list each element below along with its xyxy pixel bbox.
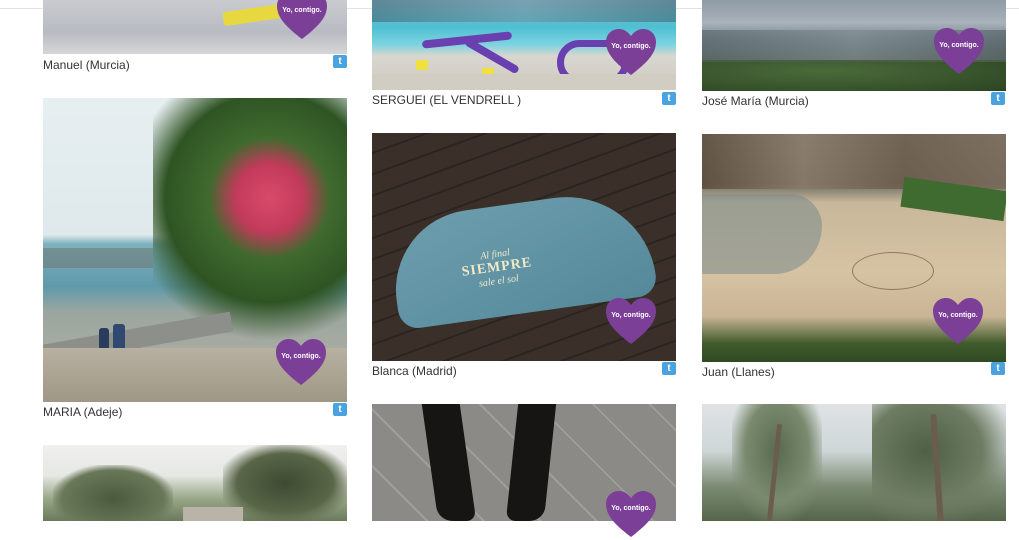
twitter-icon[interactable]: t: [662, 362, 676, 375]
yo-contigo-heart-badge: Yo, contigo.: [932, 27, 986, 77]
caption-manuel: Manuel (Murcia): [43, 58, 130, 72]
photo-detail: [153, 98, 347, 348]
yo-contigo-heart-badge: Yo, contigo.: [604, 28, 658, 78]
caption-jose-maria: José María (Murcia): [702, 94, 809, 108]
badge-text: Yo, contigo.: [611, 312, 651, 319]
twitter-icon[interactable]: t: [991, 362, 1005, 375]
badge-text: Yo, contigo.: [938, 312, 978, 319]
caption-blanca: Blanca (Madrid): [372, 364, 457, 378]
yo-contigo-heart-badge: Yo, contigo.: [604, 490, 658, 540]
photo-detail: [113, 324, 125, 350]
photo-detail: [421, 404, 477, 521]
yo-contigo-heart-badge: Yo, contigo.: [274, 338, 328, 388]
badge-text: Yo, contigo.: [939, 42, 979, 49]
photo-detail: [53, 465, 173, 521]
caption-serguei: SERGUEI (EL VENDRELL ): [372, 93, 522, 107]
twitter-icon[interactable]: t: [333, 403, 347, 416]
badge-text: Yo, contigo.: [282, 7, 322, 14]
twitter-icon[interactable]: t: [333, 55, 347, 68]
photo-detail: [183, 507, 243, 521]
badge-text: Yo, contigo.: [611, 505, 651, 512]
yo-contigo-heart-badge: Yo, contigo.: [275, 0, 329, 42]
badge-text: Yo, contigo.: [281, 353, 321, 360]
photo-detail: [372, 0, 676, 22]
photo-detail: [99, 328, 109, 350]
photo-detail: [852, 252, 934, 290]
caption-maria: MARIA (Adeje): [43, 405, 123, 419]
twitter-icon[interactable]: t: [662, 92, 676, 105]
photo-detail: [702, 134, 1006, 189]
photo-detail: [505, 404, 557, 521]
yo-contigo-heart-badge: Yo, contigo.: [604, 297, 658, 347]
photo-trees[interactable]: [702, 404, 1006, 521]
caption-juan: Juan (Llanes): [702, 365, 775, 379]
badge-text: Yo, contigo.: [611, 43, 651, 50]
yo-contigo-heart-badge: Yo, contigo.: [931, 297, 985, 347]
photo-olive[interactable]: [43, 445, 347, 521]
twitter-icon[interactable]: t: [991, 92, 1005, 105]
photo-detail: [702, 194, 822, 274]
photo-detail: [416, 60, 428, 70]
photo-detail: [43, 248, 153, 268]
